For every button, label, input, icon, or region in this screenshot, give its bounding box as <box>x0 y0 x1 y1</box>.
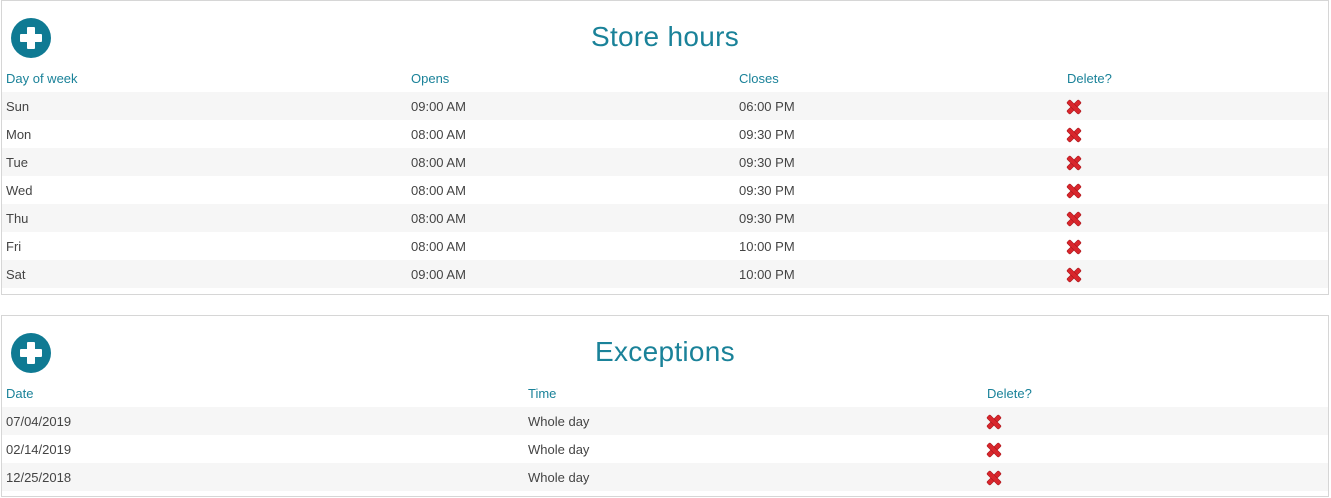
cell-opens: 08:00 AM <box>411 182 466 198</box>
exceptions-table: Date Time Delete? 07/04/2019 Whole day 0… <box>2 380 1328 491</box>
table-header-row: Day of week Opens Closes Delete? <box>2 65 1328 92</box>
table-row: Sat 09:00 AM 10:00 PM <box>2 260 1328 288</box>
delete-icon[interactable] <box>987 415 1001 429</box>
table-row: 07/04/2019 Whole day <box>2 407 1328 435</box>
cell-opens: 08:00 AM <box>411 126 466 142</box>
cell-opens: 08:00 AM <box>411 210 466 226</box>
delete-icon[interactable] <box>1067 240 1081 254</box>
table-row: Thu 08:00 AM 09:30 PM <box>2 204 1328 232</box>
cell-delete <box>1063 92 1328 120</box>
cell-delete <box>1063 232 1328 260</box>
cell-delete <box>1063 120 1328 148</box>
cell-closes: 09:30 PM <box>739 182 795 198</box>
cell-opens: 09:00 AM <box>411 98 466 114</box>
table-row: 12/25/2018 Whole day <box>2 463 1328 491</box>
delete-icon[interactable] <box>1067 212 1081 226</box>
cell-day: Sat <box>6 266 26 282</box>
table-row: 02/14/2019 Whole day <box>2 435 1328 463</box>
store-hours-panel: Store hours Day of week Opens Closes Del… <box>1 0 1329 295</box>
table-row: Mon 08:00 AM 09:30 PM <box>2 120 1328 148</box>
exceptions-title: Exceptions <box>595 336 735 367</box>
column-header-date[interactable]: Date <box>2 380 524 407</box>
cell-opens: 08:00 AM <box>411 154 466 170</box>
cell-day: Tue <box>6 154 28 170</box>
cell-day: Thu <box>6 210 29 226</box>
cell-closes: 10:00 PM <box>739 238 795 254</box>
table-row: Sun 09:00 AM 06:00 PM <box>2 92 1328 120</box>
cell-time: Whole day <box>528 469 590 485</box>
cell-time: Whole day <box>528 413 590 429</box>
column-header-closes[interactable]: Closes <box>735 65 1063 92</box>
cell-closes: 10:00 PM <box>739 266 795 282</box>
delete-icon[interactable] <box>1067 156 1081 170</box>
column-header-opens[interactable]: Opens <box>407 65 735 92</box>
table-row: Fri 08:00 AM 10:00 PM <box>2 232 1328 260</box>
cell-delete <box>1063 176 1328 204</box>
cell-delete <box>1063 204 1328 232</box>
store-hours-table: Day of week Opens Closes Delete? Sun 09:… <box>2 65 1328 288</box>
column-header-delete: Delete? <box>1067 71 1112 86</box>
cell-closes: 06:00 PM <box>739 98 795 114</box>
cell-opens: 08:00 AM <box>411 238 466 254</box>
exceptions-panel: Exceptions Date Time Delete? 07/04/2019 … <box>1 315 1329 497</box>
cell-day: Fri <box>6 238 22 254</box>
cell-delete <box>983 435 1328 463</box>
column-header-day[interactable]: Day of week <box>2 65 407 92</box>
column-header-delete: Delete? <box>987 386 1032 401</box>
cell-delete <box>983 463 1328 491</box>
delete-icon[interactable] <box>1067 268 1081 282</box>
delete-icon[interactable] <box>1067 184 1081 198</box>
cell-closes: 09:30 PM <box>739 210 795 226</box>
cell-date: 02/14/2019 <box>6 441 72 457</box>
delete-icon[interactable] <box>1067 100 1081 114</box>
cell-date: 07/04/2019 <box>6 413 72 429</box>
cell-delete <box>983 407 1328 435</box>
cell-delete <box>1063 260 1328 288</box>
table-row: Wed 08:00 AM 09:30 PM <box>2 176 1328 204</box>
cell-opens: 09:00 AM <box>411 266 466 282</box>
cell-day: Wed <box>6 182 33 198</box>
cell-day: Mon <box>6 126 32 142</box>
cell-closes: 09:30 PM <box>739 154 795 170</box>
delete-icon[interactable] <box>1067 128 1081 142</box>
table-row: Tue 08:00 AM 09:30 PM <box>2 148 1328 176</box>
cell-date: 12/25/2018 <box>6 469 72 485</box>
cell-day: Sun <box>6 98 30 114</box>
store-hours-title: Store hours <box>590 21 740 52</box>
table-header-row: Date Time Delete? <box>2 380 1328 407</box>
delete-icon[interactable] <box>987 471 1001 485</box>
cell-delete <box>1063 148 1328 176</box>
cell-time: Whole day <box>528 441 590 457</box>
cell-closes: 09:30 PM <box>739 126 795 142</box>
delete-icon[interactable] <box>987 443 1001 457</box>
column-header-time[interactable]: Time <box>524 380 983 407</box>
